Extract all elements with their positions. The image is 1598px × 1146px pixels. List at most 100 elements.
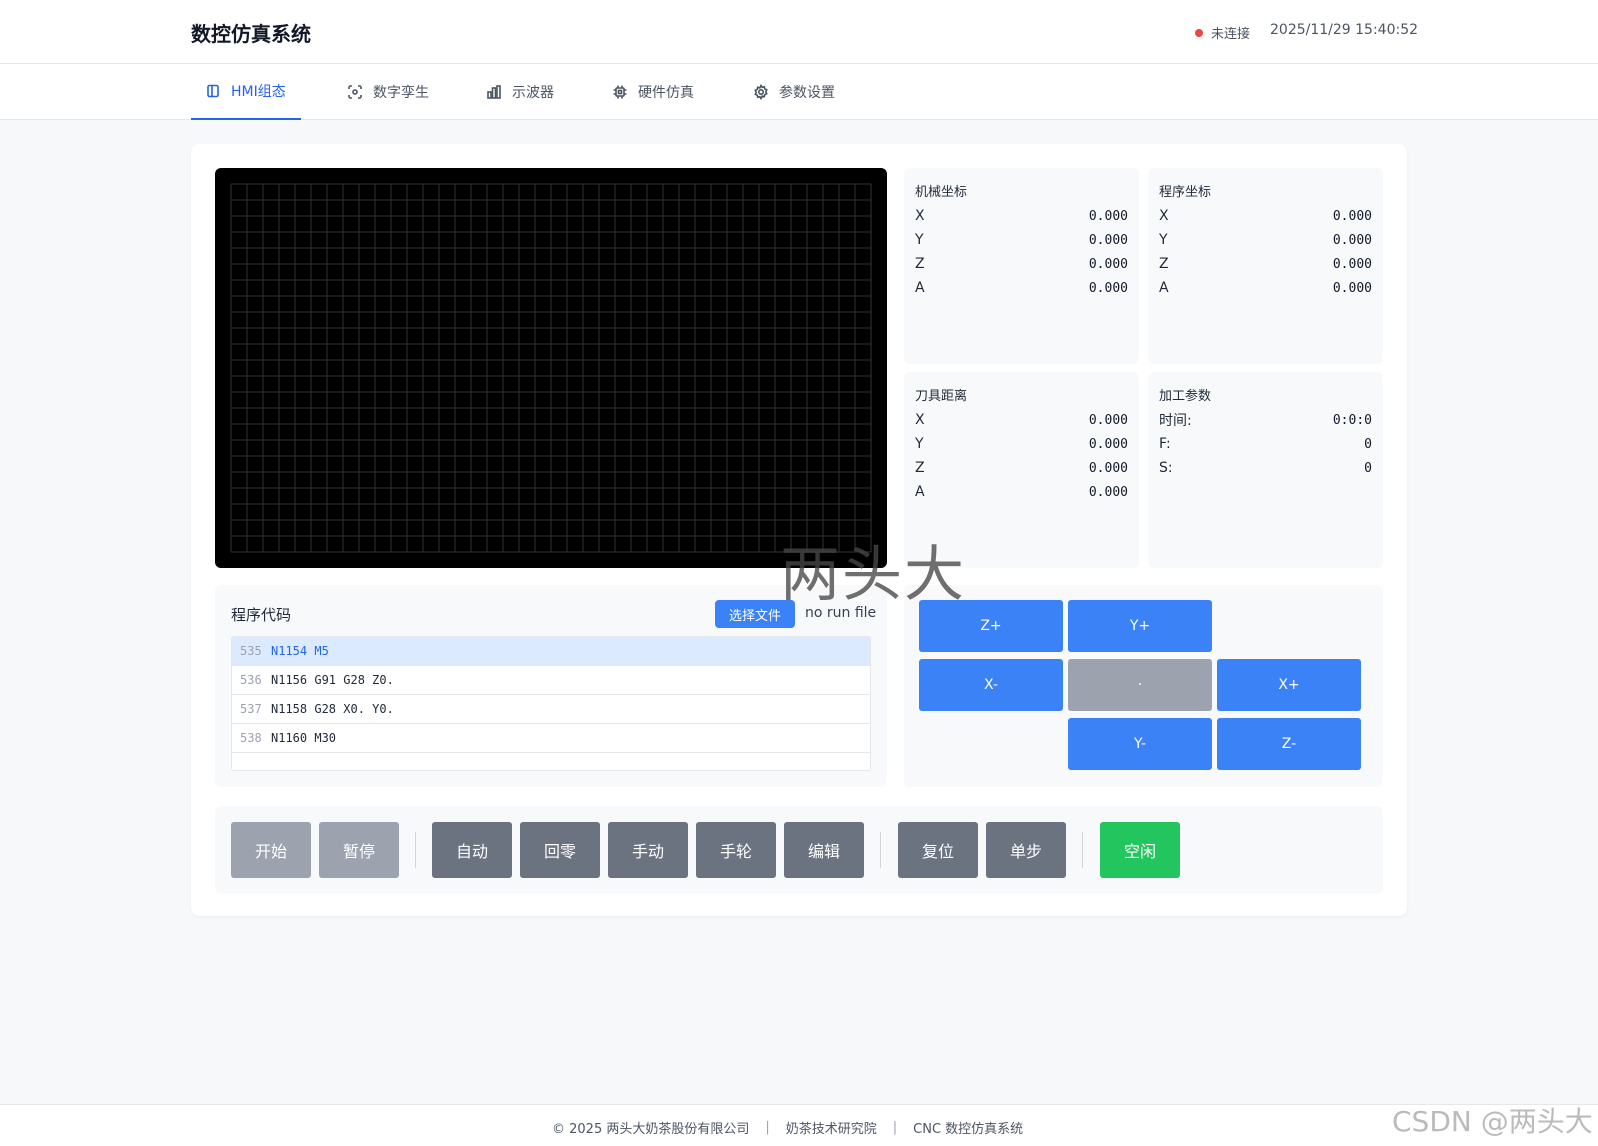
axis-label: Z	[915, 256, 925, 272]
auto-mode-button[interactable]: 自动	[432, 822, 512, 878]
app-header: 数控仿真系统 未连接 2025/11/29 15:40:52	[0, 0, 1598, 64]
axis-value: 0.000	[1332, 208, 1372, 224]
footer-institute: 奶茶技术研究院	[785, 1122, 877, 1137]
line-number: 535	[240, 644, 262, 658]
line-code: N1160 M30	[271, 731, 337, 745]
axis-value: 0.000	[1332, 256, 1372, 272]
jog-x-plus-button[interactable]: X+	[1217, 659, 1361, 711]
axis-value: 0.000	[1088, 436, 1128, 452]
simulation-viewport[interactable]	[215, 168, 887, 568]
app-title: 数控仿真系统	[191, 22, 311, 46]
tab-label: HMI组态	[231, 84, 286, 100]
axis-label: Y	[1159, 232, 1168, 248]
jog-center-button[interactable]: ·	[1068, 659, 1212, 711]
tab-label: 硬件仿真	[638, 85, 694, 101]
jog-pad: Z+ Y+ X- · X+ Y- Z-	[904, 585, 1383, 787]
coord-row: Y 0.000	[915, 228, 1128, 252]
axis-value: 0.000	[1332, 280, 1372, 296]
panel-title: 加工参数	[1159, 389, 1212, 404]
tab-settings[interactable]: 参数设置	[753, 64, 835, 120]
axis-value: 0.000	[1088, 460, 1128, 476]
start-button[interactable]: 开始	[231, 822, 311, 878]
footer-copyright: © 2025 两头大奶茶股份有限公司	[552, 1122, 750, 1137]
footer: © 2025 两头大奶茶股份有限公司 | 奶茶技术研究院 | CNC 数控仿真系…	[0, 1104, 1598, 1146]
tab-label: 示波器	[512, 85, 554, 101]
coord-row: Y 0.000	[915, 432, 1128, 456]
axis-value: 0.000	[1088, 232, 1128, 248]
divider	[880, 832, 881, 868]
reset-button[interactable]: 复位	[898, 822, 978, 878]
home-button[interactable]: 回零	[520, 822, 600, 878]
tab-label: 数字孪生	[373, 85, 429, 101]
panel-icon	[207, 84, 219, 98]
process-params-panel: 加工参数 时间: 0:0:0 F: 0 S: 0	[1148, 372, 1383, 568]
panel-title: 机械坐标	[915, 185, 968, 200]
param-row: S: 0	[1159, 456, 1372, 480]
code-list[interactable]: 535 N1154 M5 536 N1156 G91 G28 Z0. 537 N115…	[231, 636, 871, 771]
axis-label: X	[915, 412, 925, 428]
param-row: 时间: 0:0:0	[1159, 408, 1372, 432]
footer-system: CNC 数控仿真系统	[913, 1122, 1024, 1137]
jog-y-minus-button[interactable]: Y-	[1068, 718, 1212, 770]
program-code-panel: 程序代码 选择文件 no run file 535 N1154 M5 536 N11…	[215, 585, 887, 787]
jog-x-minus-button[interactable]: X-	[919, 659, 1063, 711]
footer-text: © 2025 两头大奶茶股份有限公司 | 奶茶技术研究院 | CNC 数控仿真系…	[552, 1118, 1023, 1137]
idle-status-button[interactable]: 空闲	[1100, 822, 1180, 878]
jog-y-plus-button[interactable]: Y+	[1068, 600, 1212, 652]
param-value: 0	[1364, 460, 1372, 476]
connection-status-text: 未连接	[1211, 27, 1251, 42]
coord-row: X 0.000	[915, 204, 1128, 228]
divider	[1082, 832, 1083, 868]
pause-button[interactable]: 暂停	[319, 822, 399, 878]
axis-value: 0.000	[1088, 412, 1128, 428]
code-line[interactable]: 536 N1156 G91 G28 Z0.	[232, 666, 870, 695]
axis-label: A	[915, 484, 925, 500]
tab-hardware-sim[interactable]: 硬件仿真	[612, 64, 694, 120]
coord-row: X 0.000	[915, 408, 1128, 432]
divider	[415, 832, 416, 868]
coord-row: Z 0.000	[1159, 252, 1372, 276]
single-step-button[interactable]: 单步	[986, 822, 1066, 878]
manual-mode-button[interactable]: 手动	[608, 822, 688, 878]
tab-oscilloscope[interactable]: 示波器	[486, 64, 554, 120]
csdn-watermark: CSDN @两头大	[1392, 1105, 1593, 1138]
jog-z-minus-button[interactable]: Z-	[1217, 718, 1361, 770]
param-value: 0	[1364, 436, 1372, 452]
program-code-title: 程序代码	[231, 606, 292, 624]
twin-icon	[348, 85, 362, 99]
axis-value: 0.000	[1088, 484, 1128, 500]
axis-value: 0.000	[1088, 280, 1128, 296]
param-label: S:	[1159, 460, 1173, 476]
axis-label: X	[915, 208, 925, 224]
coord-row: A 0.000	[1159, 276, 1372, 300]
line-number: 537	[240, 702, 262, 716]
program-coords-panel: 程序坐标 X 0.000 Y 0.000 Z 0.000 A 0.000	[1148, 168, 1383, 364]
machine-coords-panel: 机械坐标 X 0.000 Y 0.000 Z 0.000 A 0.000	[904, 168, 1139, 364]
param-row: F: 0	[1159, 432, 1372, 456]
axis-label: A	[1159, 280, 1169, 296]
code-line[interactable]: 537 N1158 G28 X0. Y0.	[232, 695, 870, 724]
coord-row: A 0.000	[915, 276, 1128, 300]
axis-value: 0.000	[1332, 232, 1372, 248]
axis-label: Z	[915, 460, 925, 476]
handwheel-mode-button[interactable]: 手轮	[696, 822, 776, 878]
coord-row: X 0.000	[1159, 204, 1372, 228]
axis-value: 0.000	[1088, 256, 1128, 272]
code-line-current[interactable]: 535 N1154 M5	[232, 637, 870, 666]
control-bar: 开始 暂停 自动 回零 手动 手轮 编辑 复位 单步 空闲	[215, 806, 1383, 894]
edit-mode-button[interactable]: 编辑	[784, 822, 864, 878]
watermark: 两头大	[780, 540, 966, 610]
tab-hmi[interactable]: HMI组态	[191, 64, 301, 120]
panel-title: 刀具距离	[915, 389, 968, 404]
tab-digital-twin[interactable]: 数字孪生	[347, 64, 429, 120]
bar-chart-icon	[487, 85, 501, 99]
axis-value: 0.000	[1088, 208, 1128, 224]
gear-icon	[754, 84, 768, 100]
line-number: 536	[240, 673, 262, 687]
axis-label: A	[915, 280, 925, 296]
code-line[interactable]: 538 N1160 M30	[232, 724, 870, 753]
viewport-grid	[230, 183, 872, 553]
axis-label: X	[1159, 208, 1169, 224]
param-value: 0:0:0	[1332, 412, 1372, 428]
footer-separator: |	[765, 1120, 770, 1135]
